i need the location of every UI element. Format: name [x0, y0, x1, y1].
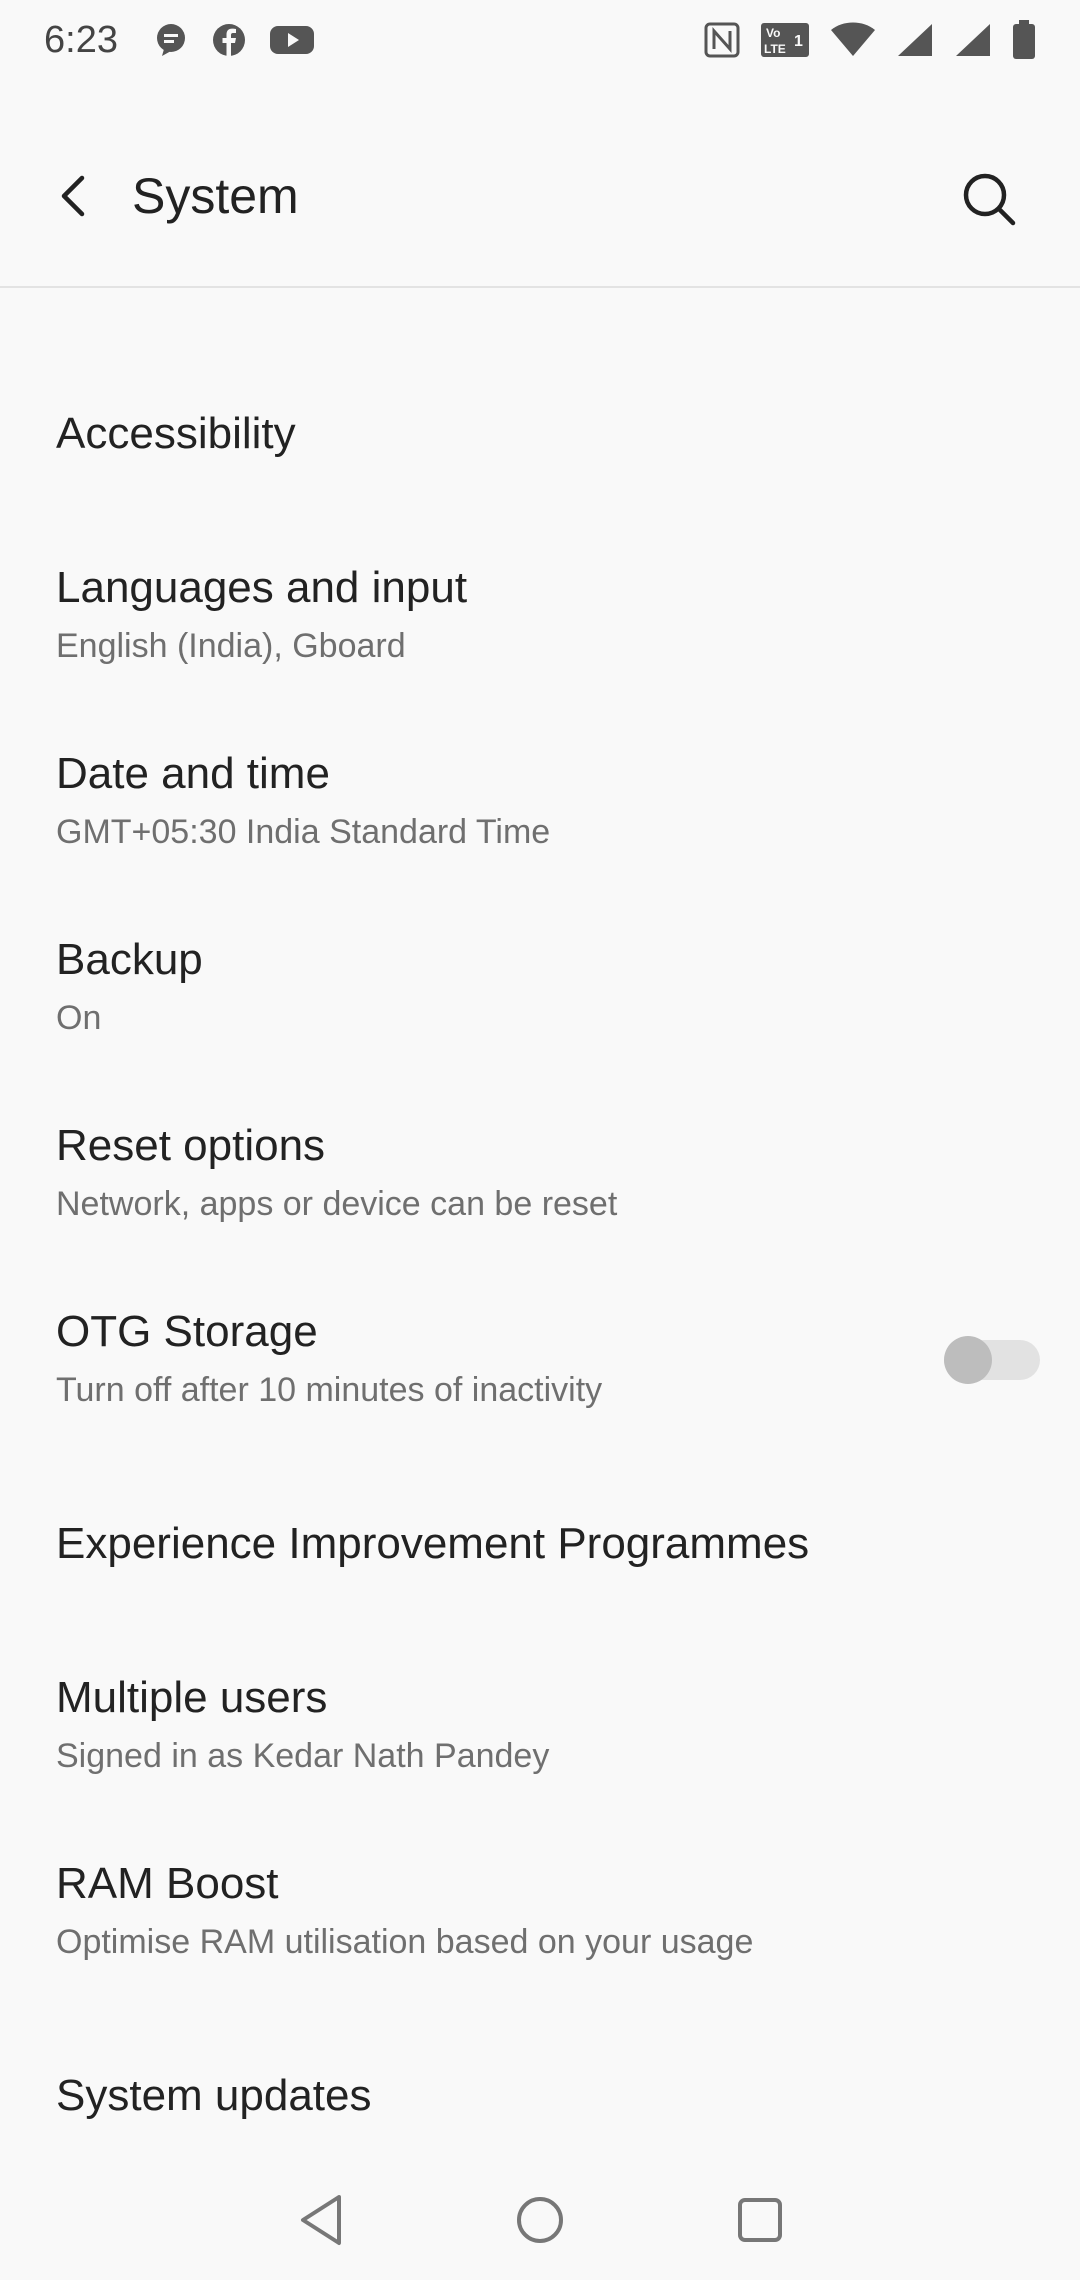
item-title: Languages and input — [56, 563, 468, 612]
item-title: Reset options — [56, 1121, 326, 1170]
item-title: Date and time — [56, 749, 330, 798]
svg-text:Vo: Vo — [766, 26, 780, 40]
settings-item-date-and-time[interactable]: Date and time GMT+05:30 India Standard T… — [0, 748, 1080, 854]
item-subtitle: On — [56, 999, 102, 1037]
item-subtitle: Network, apps or device can be reset — [56, 1185, 618, 1223]
facebook-icon — [212, 23, 246, 57]
recents-nav-icon — [738, 2198, 782, 2242]
settings-item-multiple-users[interactable]: Multiple users Signed in as Kedar Nath P… — [0, 1672, 1080, 1778]
nav-home-button[interactable] — [500, 2180, 580, 2260]
settings-item-languages-and-input[interactable]: Languages and input English (India), Gbo… — [0, 562, 1080, 668]
item-subtitle: Turn off after 10 minutes of inactivity — [56, 1371, 603, 1409]
home-nav-icon — [517, 2197, 563, 2243]
nfc-icon — [704, 22, 740, 58]
messaging-icon — [154, 23, 188, 57]
page-title: System — [132, 168, 299, 224]
signal-icon — [954, 22, 992, 58]
signal-icon — [896, 22, 934, 58]
settings-item-backup[interactable]: Backup On — [0, 934, 1080, 1040]
item-title: System updates — [56, 2071, 372, 2120]
search-button[interactable] — [954, 164, 1024, 234]
item-title: Backup — [56, 935, 203, 984]
settings-item-accessibility[interactable]: Accessibility — [0, 408, 1080, 460]
settings-item-experience-improvement-programmes[interactable]: Experience Improvement Programmes — [0, 1518, 1080, 1570]
back-button[interactable] — [44, 166, 104, 226]
item-title: Multiple users — [56, 1673, 328, 1722]
svg-text:1: 1 — [794, 33, 803, 50]
item-subtitle: English (India), Gboard — [56, 627, 406, 665]
item-title: RAM Boost — [56, 1859, 279, 1908]
settings-item-system-updates[interactable]: System updates — [0, 2070, 1080, 2122]
back-arrow-icon — [61, 175, 85, 217]
nav-back-button[interactable] — [282, 2180, 362, 2260]
settings-item-reset-options[interactable]: Reset options Network, apps or device ca… — [0, 1120, 1080, 1226]
search-icon — [963, 173, 1016, 226]
item-title: OTG Storage — [56, 1307, 318, 1356]
app-bar: System — [0, 116, 1080, 276]
status-bar-right: Vo LTE 1 — [704, 20, 1036, 60]
battery-icon — [1012, 20, 1036, 60]
settings-item-otg-storage[interactable]: OTG Storage Turn off after 10 minutes of… — [0, 1306, 1080, 1412]
volte-icon: Vo LTE 1 — [760, 22, 810, 58]
svg-text:LTE: LTE — [764, 42, 786, 56]
item-subtitle: Signed in as Kedar Nath Pandey — [56, 1737, 550, 1775]
item-title: Accessibility — [56, 409, 296, 458]
back-nav-icon — [301, 2195, 341, 2245]
item-subtitle: GMT+05:30 India Standard Time — [56, 813, 551, 851]
item-title: Experience Improvement Programmes — [56, 1519, 810, 1568]
toggle-thumb — [944, 1336, 992, 1384]
status-bar-left: 6:23 — [44, 19, 314, 62]
status-time: 6:23 — [44, 18, 118, 61]
settings-item-ram-boost[interactable]: RAM Boost Optimise RAM utilisation based… — [0, 1858, 1080, 1964]
wifi-icon — [830, 22, 876, 58]
item-subtitle: Optimise RAM utilisation based on your u… — [56, 1923, 754, 1961]
youtube-icon — [269, 24, 314, 56]
otg-storage-toggle[interactable] — [944, 1334, 1040, 1384]
navigation-bar — [0, 2170, 1080, 2260]
app-bar-divider — [0, 286, 1080, 288]
nav-recents-button[interactable] — [720, 2180, 800, 2260]
status-bar: 6:23 Vo LTE 1 — [0, 0, 1080, 80]
